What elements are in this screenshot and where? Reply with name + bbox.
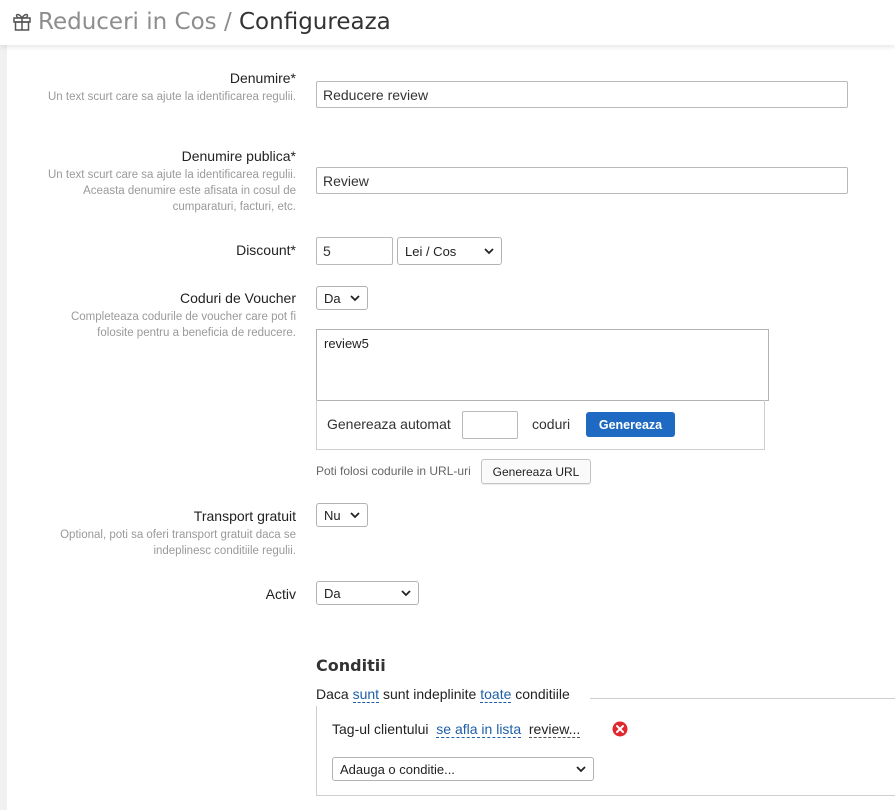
condition-subject: Tag-ul clientului bbox=[332, 721, 429, 737]
conditions-panel bbox=[316, 706, 895, 796]
vouchers-enabled-select[interactable]: Da bbox=[316, 286, 368, 310]
active-select[interactable]: Da bbox=[316, 581, 419, 605]
vouchers-label: Coduri de Voucher bbox=[180, 290, 296, 306]
chevron-down-icon bbox=[576, 765, 586, 772]
page-title: Configureaza bbox=[239, 9, 391, 35]
condition-operator[interactable]: se afla in lista bbox=[436, 721, 522, 738]
breadcrumb-separator: / bbox=[223, 9, 232, 35]
chevron-down-icon bbox=[401, 589, 411, 596]
remove-condition-icon[interactable] bbox=[612, 721, 628, 737]
add-condition-select[interactable]: Adauga o conditie... bbox=[332, 757, 594, 781]
conditions-prefix: Daca bbox=[316, 686, 349, 702]
name-input[interactable] bbox=[316, 81, 848, 108]
conditions-summary: Daca sunt sunt indeplinite toate conditi… bbox=[316, 686, 570, 703]
conditions-middle: sunt indeplinite bbox=[382, 686, 477, 702]
voucher-codes-textarea[interactable]: review5 bbox=[316, 329, 769, 401]
discount-value-input[interactable] bbox=[316, 237, 393, 265]
chevron-down-icon bbox=[350, 294, 360, 301]
free-shipping-select[interactable]: Nu bbox=[316, 503, 368, 527]
breadcrumb: Reduceri in Cos / Configureaza bbox=[38, 9, 391, 35]
free-shipping-hint: Optional, poti sa oferi transport gratui… bbox=[60, 529, 296, 557]
add-condition-placeholder: Adauga o conditie... bbox=[340, 761, 455, 777]
free-shipping-label: Transport gratuit bbox=[193, 508, 296, 524]
gift-icon bbox=[13, 13, 31, 31]
free-shipping-value: Nu bbox=[324, 507, 341, 523]
vouchers-hint: Completeaza codurile de voucher care pot… bbox=[70, 311, 296, 339]
discount-unit-value: Lei / Cos bbox=[405, 243, 457, 259]
vouchers-enabled-value: Da bbox=[324, 290, 341, 306]
name-label: Denumire* bbox=[229, 70, 296, 86]
url-hint: Poti folosi codurile in URL-uri bbox=[316, 464, 471, 478]
discount-unit-select[interactable]: Lei / Cos bbox=[397, 237, 502, 265]
generate-codes-button[interactable]: Genereaza bbox=[586, 412, 675, 437]
conditions-divider bbox=[590, 698, 895, 699]
condition-item: Tag-ul clientului se afla in lista revie… bbox=[332, 721, 581, 738]
public-name-label: Denumire publica* bbox=[181, 148, 296, 164]
generate-prefix-label: Genereaza automat bbox=[327, 416, 451, 432]
generate-suffix-label: coduri bbox=[532, 416, 571, 432]
public-name-input[interactable] bbox=[316, 167, 848, 194]
voucher-codes-text: review5 bbox=[324, 336, 369, 351]
name-hint: Un text scurt care sa ajute la identific… bbox=[47, 91, 296, 103]
condition-value[interactable]: review... bbox=[528, 721, 581, 738]
conditions-mode-toggle[interactable]: sunt bbox=[352, 686, 380, 703]
active-value: Da bbox=[324, 585, 341, 601]
conditions-suffix: conditiile bbox=[515, 686, 570, 702]
active-label: Activ bbox=[265, 586, 296, 602]
conditions-title: Conditii bbox=[316, 656, 386, 675]
chevron-down-icon bbox=[484, 247, 494, 254]
generate-count-input[interactable] bbox=[462, 411, 518, 439]
discount-label: Discount* bbox=[236, 242, 296, 258]
conditions-scope-toggle[interactable]: toate bbox=[480, 686, 512, 703]
chevron-down-icon bbox=[350, 511, 360, 518]
generate-url-button[interactable]: Genereaza URL bbox=[481, 459, 591, 484]
breadcrumb-parent-link[interactable]: Reduceri in Cos bbox=[38, 9, 217, 35]
public-name-hint: Un text scurt care sa ajute la identific… bbox=[47, 169, 296, 213]
page-header: Reduceri in Cos / Configureaza bbox=[0, 0, 895, 45]
